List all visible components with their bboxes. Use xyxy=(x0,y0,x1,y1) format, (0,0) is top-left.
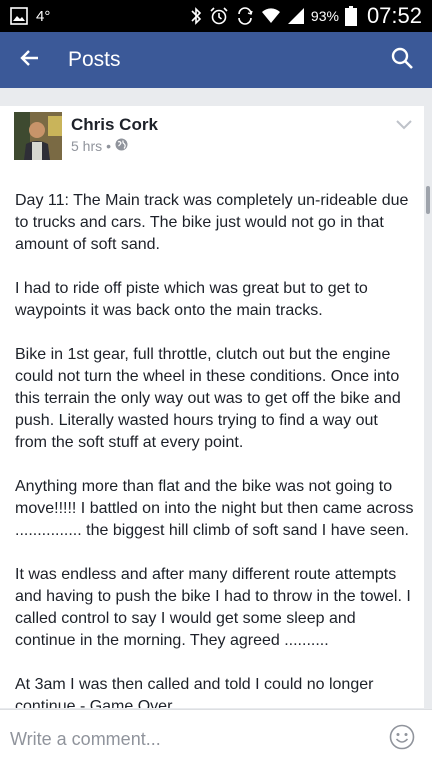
battery-icon xyxy=(344,6,357,26)
wifi-icon xyxy=(261,7,281,25)
comment-input[interactable] xyxy=(10,728,382,750)
status-bar: 4° 93% 07:52 xyxy=(0,0,432,32)
post-paragraph: Anything more than flat and the bike was… xyxy=(15,478,418,539)
app-bar: Posts xyxy=(0,32,432,88)
chevron-down-icon xyxy=(396,117,412,135)
notification-count: 4° xyxy=(36,7,51,25)
bluetooth-icon xyxy=(189,6,203,26)
post-header: Chris Cork 5 hrs • xyxy=(14,112,412,164)
gallery-icon xyxy=(10,7,28,25)
post-options-button[interactable] xyxy=(392,116,416,136)
page-title: Posts xyxy=(68,48,121,71)
feed[interactable]: Chris Cork 5 hrs • Day 11: The Main trac… xyxy=(0,88,432,708)
meta-separator: • xyxy=(106,138,112,154)
battery-percent: 93% xyxy=(310,8,339,24)
signal-icon xyxy=(287,7,305,25)
post-body: Day 11: The Main track was completely un… xyxy=(15,190,414,708)
clock: 07:52 xyxy=(366,3,422,28)
smiley-icon xyxy=(389,724,415,755)
arrow-left-icon xyxy=(18,46,42,75)
post-paragraph: At 3am I was then called and told I coul… xyxy=(15,676,378,708)
status-right: 93% 07:52 xyxy=(189,3,422,29)
author-name[interactable]: Chris Cork xyxy=(71,115,158,135)
globe-icon xyxy=(115,138,128,154)
post-time[interactable]: 5 hrs xyxy=(71,138,102,154)
comment-bar xyxy=(0,709,432,768)
post-card: Chris Cork 5 hrs • Day 11: The Main trac… xyxy=(0,106,424,708)
back-button[interactable] xyxy=(0,32,60,88)
post-paragraph: Bike in 1st gear, full throttle, clutch … xyxy=(15,346,406,451)
alarm-icon xyxy=(209,6,229,26)
scrollbar[interactable] xyxy=(426,186,430,214)
status-left: 4° xyxy=(10,7,50,25)
post-paragraph: Day 11: The Main track was completely un… xyxy=(15,192,413,253)
search-icon xyxy=(390,46,414,75)
search-button[interactable] xyxy=(372,32,432,88)
post-paragraph: It was endless and after many different … xyxy=(15,566,416,649)
emoji-button[interactable] xyxy=(382,719,422,759)
post-meta: 5 hrs • xyxy=(71,138,128,154)
avatar[interactable] xyxy=(14,112,62,160)
sync-icon xyxy=(235,6,255,26)
post-paragraph: I had to ride off piste which was great … xyxy=(15,280,373,319)
